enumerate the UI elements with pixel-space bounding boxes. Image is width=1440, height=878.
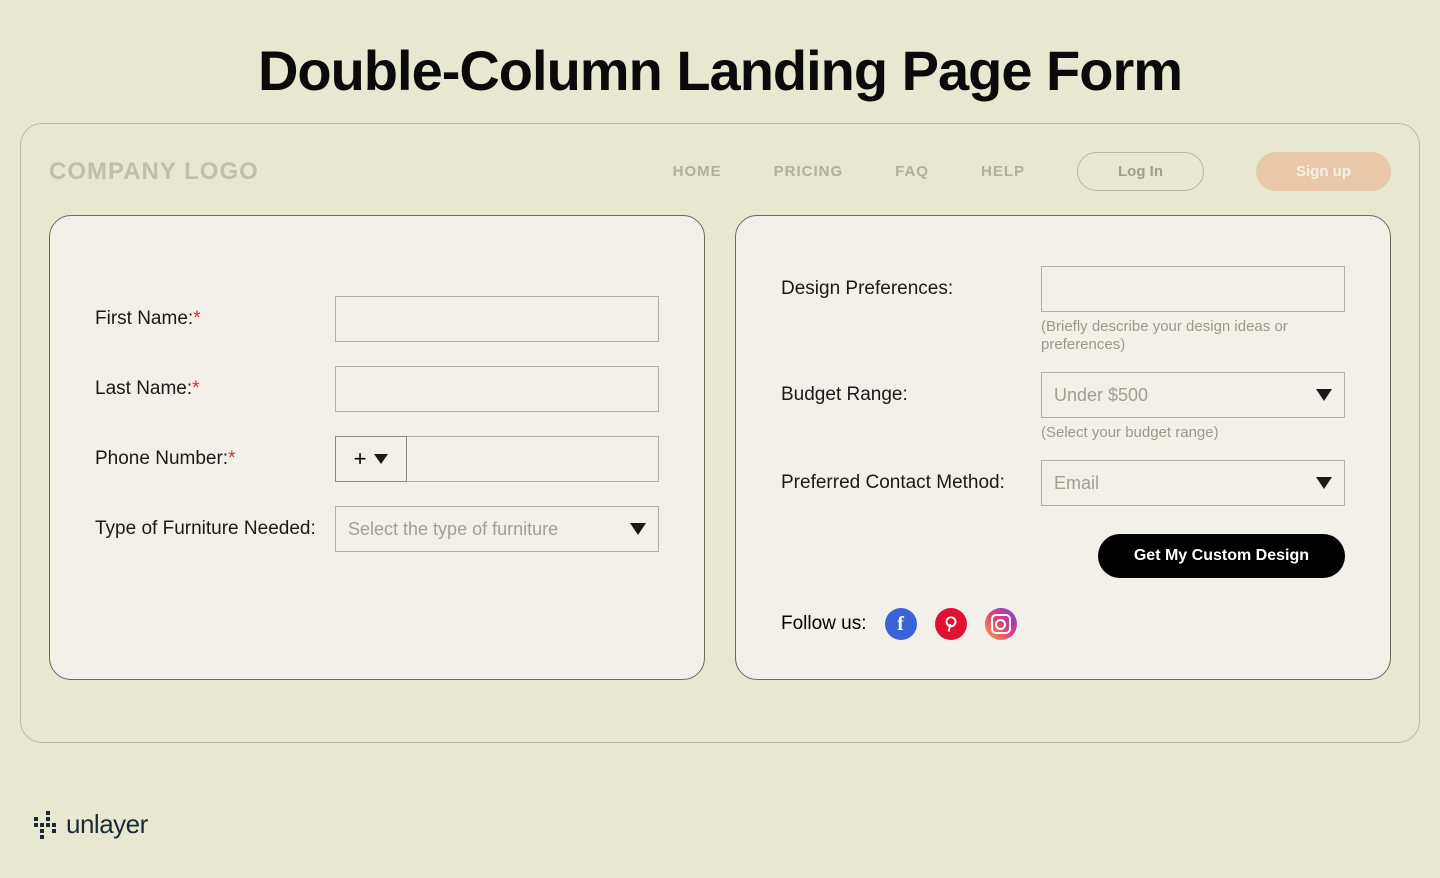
- required-mark: *: [228, 448, 235, 469]
- chevron-down-icon: [1316, 389, 1332, 401]
- design-input[interactable]: [1041, 266, 1345, 312]
- required-mark: *: [193, 308, 200, 329]
- last-name-label: Last Name:*: [95, 378, 335, 400]
- phone-group: +: [335, 436, 659, 482]
- budget-hint: (Select your budget range): [1041, 424, 1291, 442]
- contact-row: Preferred Contact Method: Email: [781, 460, 1345, 506]
- nav-links: HOME PRICING FAQ HELP Log In Sign up: [673, 152, 1391, 191]
- furniture-placeholder: Select the type of furniture: [348, 519, 558, 540]
- form-columns: First Name:* Last Name:* Phone Number:* …: [49, 215, 1391, 680]
- nav-faq[interactable]: FAQ: [895, 163, 929, 180]
- footer-brand-text: unlayer: [66, 809, 148, 840]
- chevron-down-icon: [630, 523, 646, 535]
- first-name-input[interactable]: [335, 296, 659, 342]
- signup-button[interactable]: Sign up: [1256, 152, 1391, 191]
- design-row: Design Preferences:: [781, 266, 1345, 312]
- follow-row: Follow us: f: [781, 608, 1345, 640]
- last-name-input[interactable]: [335, 366, 659, 412]
- footer-brand: unlayer: [34, 809, 148, 840]
- phone-label: Phone Number:*: [95, 448, 335, 470]
- furniture-row: Type of Furniture Needed: Select the typ…: [95, 506, 659, 552]
- chevron-down-icon: [1316, 477, 1332, 489]
- budget-select[interactable]: Under $500: [1041, 372, 1345, 418]
- page-title: Double-Column Landing Page Form: [0, 38, 1440, 103]
- required-mark: *: [192, 378, 199, 399]
- left-form-card: First Name:* Last Name:* Phone Number:* …: [49, 215, 705, 680]
- pinterest-icon[interactable]: [935, 608, 967, 640]
- nav-home[interactable]: HOME: [673, 163, 722, 180]
- contact-value: Email: [1054, 473, 1099, 494]
- company-logo: COMPANY LOGO: [49, 158, 259, 186]
- login-button[interactable]: Log In: [1077, 152, 1204, 191]
- contact-label: Preferred Contact Method:: [781, 472, 1041, 494]
- design-hint: (Briefly describe your design ideas or p…: [1041, 318, 1291, 354]
- first-name-row: First Name:*: [95, 296, 659, 342]
- unlayer-logo-icon: [34, 811, 56, 839]
- budget-value: Under $500: [1054, 385, 1148, 406]
- right-form-card: Design Preferences: (Briefly describe yo…: [735, 215, 1391, 680]
- contact-select[interactable]: Email: [1041, 460, 1345, 506]
- country-code-select[interactable]: +: [335, 436, 407, 482]
- submit-row: Get My Custom Design: [781, 534, 1345, 578]
- first-name-label: First Name:*: [95, 308, 335, 330]
- facebook-icon[interactable]: f: [885, 608, 917, 640]
- instagram-icon[interactable]: [985, 608, 1017, 640]
- furniture-label: Type of Furniture Needed:: [95, 518, 335, 540]
- form-container: COMPANY LOGO HOME PRICING FAQ HELP Log I…: [20, 123, 1420, 743]
- budget-row: Budget Range: Under $500: [781, 372, 1345, 418]
- phone-row: Phone Number:* +: [95, 436, 659, 482]
- chevron-down-icon: [374, 454, 388, 464]
- nav-pricing[interactable]: PRICING: [774, 163, 844, 180]
- follow-label: Follow us:: [781, 613, 867, 635]
- design-label: Design Preferences:: [781, 278, 1041, 300]
- submit-button[interactable]: Get My Custom Design: [1098, 534, 1345, 578]
- phone-input[interactable]: [407, 436, 659, 482]
- navbar: COMPANY LOGO HOME PRICING FAQ HELP Log I…: [49, 152, 1391, 191]
- furniture-select[interactable]: Select the type of furniture: [335, 506, 659, 552]
- plus-icon: +: [354, 446, 367, 472]
- nav-help[interactable]: HELP: [981, 163, 1025, 180]
- budget-label: Budget Range:: [781, 384, 1041, 406]
- last-name-row: Last Name:*: [95, 366, 659, 412]
